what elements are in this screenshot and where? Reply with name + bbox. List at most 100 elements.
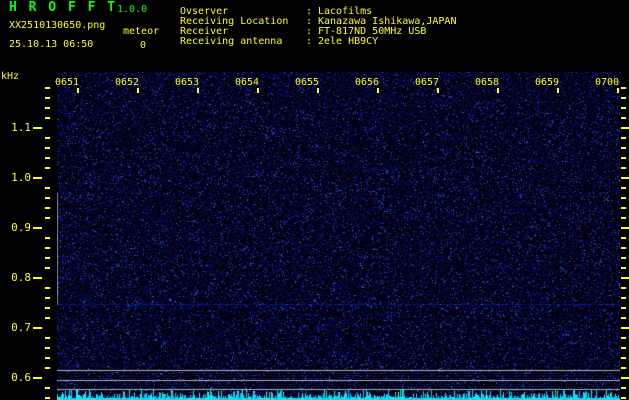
freq-minor-tick-left xyxy=(45,187,50,189)
freq-major-tick-left xyxy=(33,277,42,279)
freq-minor-tick-left xyxy=(45,147,50,149)
freq-minor-tick-left xyxy=(45,317,50,319)
freq-minor-tick-right xyxy=(621,137,626,139)
freq-minor-tick-left xyxy=(45,87,50,89)
freq-minor-tick-left xyxy=(45,367,50,369)
freq-major-tick-right xyxy=(621,127,629,129)
freq-minor-tick-right xyxy=(621,347,626,349)
freq-minor-tick-left xyxy=(45,237,50,239)
freq-minor-tick-right xyxy=(621,117,626,119)
freq-axis-label: 0.6 xyxy=(11,371,31,384)
meteor-count-label: meteor xyxy=(123,26,160,37)
freq-minor-tick-right xyxy=(621,187,626,189)
station-info-row: Receiving antenna:2ele HB9CY xyxy=(180,37,620,47)
freq-major-tick-right xyxy=(621,377,629,379)
time-tick xyxy=(137,88,139,93)
freq-minor-tick-left xyxy=(45,307,50,309)
hrofft-window: H R O F F T 1.0.0 XX2510130650.png meteo… xyxy=(0,0,629,400)
freq-minor-tick-left xyxy=(45,207,50,209)
freq-minor-tick-right xyxy=(621,307,626,309)
freq-axis-label: 0.9 xyxy=(11,221,31,234)
freq-minor-tick-left xyxy=(45,157,50,159)
freq-minor-tick-left xyxy=(45,337,50,339)
freq-minor-tick-right xyxy=(621,217,626,219)
meteor-count-value: 0 xyxy=(140,40,147,51)
time-axis-label: 0700 xyxy=(595,77,620,88)
time-axis-label: 0656 xyxy=(355,77,380,88)
freq-minor-tick-left xyxy=(45,267,50,269)
freq-axis-label: 0.8 xyxy=(11,271,31,284)
time-tick xyxy=(617,88,619,93)
freq-major-tick-right xyxy=(621,327,629,329)
freq-major-tick-right xyxy=(621,177,629,179)
spectrogram-plot xyxy=(57,72,620,400)
freq-minor-tick-left xyxy=(45,287,50,289)
freq-major-tick-right xyxy=(621,277,629,279)
info-label: Receiving antenna xyxy=(180,36,283,47)
freq-minor-tick-left xyxy=(45,347,50,349)
freq-axis-label: 1.1 xyxy=(11,121,31,134)
app-version: 1.0.0 xyxy=(117,4,148,15)
freq-minor-tick-right xyxy=(621,247,626,249)
freq-axis-unit-label: kHz xyxy=(1,71,20,82)
app-title: H R O F F T xyxy=(9,0,118,15)
time-axis-label: 0653 xyxy=(175,77,200,88)
freq-axis-label: 1.0 xyxy=(11,171,31,184)
time-axis-label: 0651 xyxy=(55,77,80,88)
time-tick xyxy=(317,88,319,93)
freq-minor-tick-right xyxy=(621,107,626,109)
time-tick xyxy=(497,88,499,93)
time-tick xyxy=(257,88,259,93)
info-separator: : xyxy=(306,36,313,47)
freq-minor-tick-left xyxy=(45,297,50,299)
output-filename: XX2510130650.png xyxy=(9,20,106,31)
freq-minor-tick-right xyxy=(621,297,626,299)
freq-minor-tick-left xyxy=(45,97,50,99)
freq-major-tick-left xyxy=(33,227,42,229)
freq-minor-tick-right xyxy=(621,197,626,199)
time-axis-label: 0659 xyxy=(535,77,560,88)
freq-major-tick-left xyxy=(33,177,42,179)
freq-minor-tick-right xyxy=(621,397,626,399)
freq-minor-tick-left xyxy=(45,137,50,139)
freq-minor-tick-right xyxy=(621,97,626,99)
time-tick xyxy=(377,88,379,93)
freq-minor-tick-left xyxy=(45,247,50,249)
freq-axis-label: 0.7 xyxy=(11,321,31,334)
time-tick xyxy=(77,88,79,93)
freq-minor-tick-right xyxy=(621,357,626,359)
time-axis-label: 0655 xyxy=(295,77,320,88)
time-axis-label: 0658 xyxy=(475,77,500,88)
freq-major-tick-left xyxy=(33,127,42,129)
freq-minor-tick-right xyxy=(621,317,626,319)
freq-minor-tick-left xyxy=(45,397,50,399)
time-tick xyxy=(557,88,559,93)
station-info-block: Ovserver: Lacofilms Receiving Location: Kan… xyxy=(180,7,620,47)
freq-major-tick-left xyxy=(33,327,42,329)
observation-datetime: 25.10.13 06:50 xyxy=(9,39,94,50)
freq-minor-tick-left xyxy=(45,167,50,169)
time-axis-label: 0654 xyxy=(235,77,260,88)
time-axis-label: 0657 xyxy=(415,77,440,88)
freq-minor-tick-right xyxy=(621,157,626,159)
freq-minor-tick-right xyxy=(621,387,626,389)
time-tick xyxy=(197,88,199,93)
freq-minor-tick-right xyxy=(621,147,626,149)
time-axis-label: 0652 xyxy=(115,77,140,88)
freq-minor-tick-left xyxy=(45,217,50,219)
freq-minor-tick-right xyxy=(621,87,626,89)
freq-minor-tick-left xyxy=(45,357,50,359)
freq-minor-tick-left xyxy=(45,117,50,119)
freq-minor-tick-left xyxy=(45,197,50,199)
freq-major-tick-left xyxy=(33,377,42,379)
freq-minor-tick-right xyxy=(621,267,626,269)
freq-minor-tick-right xyxy=(621,337,626,339)
freq-major-tick-right xyxy=(621,227,629,229)
freq-minor-tick-right xyxy=(621,237,626,239)
freq-minor-tick-right xyxy=(621,287,626,289)
freq-minor-tick-right xyxy=(621,367,626,369)
time-tick xyxy=(437,88,439,93)
freq-minor-tick-left xyxy=(45,387,50,389)
freq-minor-tick-left xyxy=(45,257,50,259)
freq-minor-tick-right xyxy=(621,207,626,209)
